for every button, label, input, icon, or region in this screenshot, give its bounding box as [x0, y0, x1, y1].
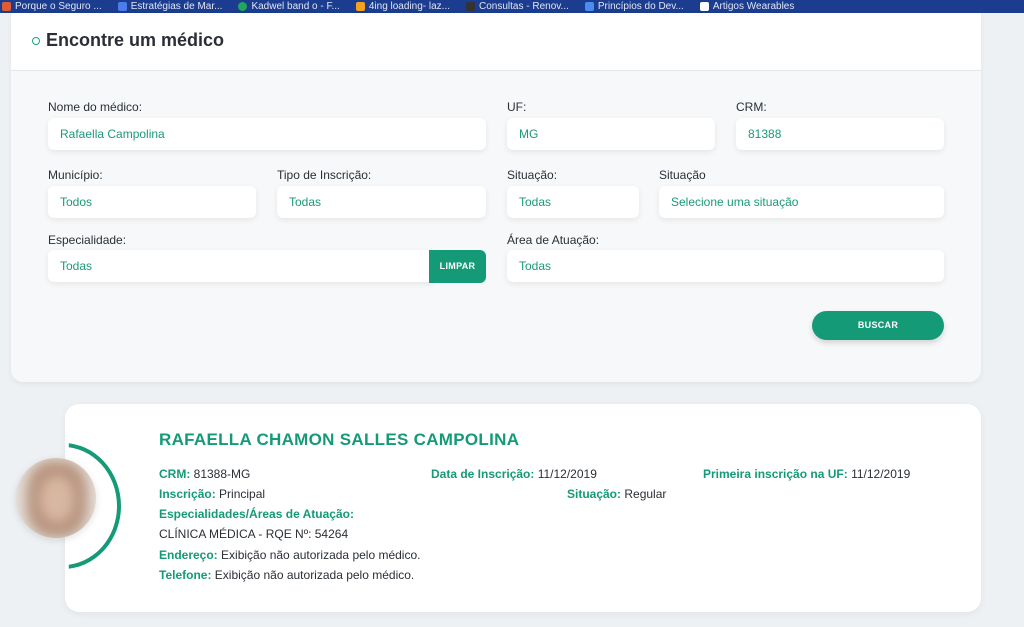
bookmark-label: Consultas - Renov...: [479, 0, 569, 12]
bookmarks-bar: Porque o Seguro ... Estratégias de Mar..…: [0, 0, 1024, 13]
bookmark-item[interactable]: Kadwel band o - F...: [238, 0, 340, 13]
doctor-name: RAFAELLA CHAMON SALLES CAMPOLINA: [159, 430, 520, 449]
doctor-name-label: Nome do médico:: [48, 100, 143, 114]
doctor-name-input[interactable]: Rafaella Campolina: [48, 118, 486, 150]
bookmark-label: Kadwel band o - F...: [251, 0, 340, 12]
endereco-info: Endereço: Exibição não autorizada pelo m…: [159, 548, 420, 562]
telefone-info: Telefone: Exibição não autorizada pelo m…: [159, 568, 414, 582]
telefone-value: Exibição não autorizada pelo médico.: [211, 568, 415, 582]
municipio-select[interactable]: Todos: [48, 186, 256, 218]
situacao-key: Situação:: [567, 487, 622, 501]
especialidade-value: CLÍNICA MÉDICA - RQE Nº: 54264: [159, 527, 349, 541]
bookmark-item[interactable]: Porque o Seguro ...: [2, 0, 102, 13]
crm-label: CRM:: [736, 100, 767, 114]
primeira-inscricao-value: 11/12/2019: [847, 467, 911, 481]
bookmark-label: Artigos Wearables: [712, 0, 795, 12]
area-atuacao-label: Área de Atuação:: [507, 233, 600, 247]
inscricao-value: Principal: [215, 487, 266, 501]
bookmark-favicon-icon: [699, 2, 709, 11]
telefone-key: Telefone:: [159, 568, 212, 582]
primeira-inscricao-info: Primeira inscrição na UF: 11/12/2019: [703, 467, 910, 481]
situacao-detail-select[interactable]: Selecione uma situação: [659, 186, 944, 218]
endereco-key: Endereço:: [159, 548, 218, 562]
bookmark-label: Estratégias de Mar...: [130, 0, 223, 12]
situacao-select[interactable]: Todas: [507, 186, 639, 218]
bookmark-item[interactable]: Estratégias de Mar...: [117, 0, 223, 13]
crm-key: CRM:: [159, 467, 191, 481]
especialidade-select[interactable]: Todas: [48, 250, 434, 282]
especialidades-info: Especialidades/Áreas de Atuação:: [159, 507, 354, 521]
circle-bullet-icon: [32, 37, 40, 45]
search-header: Encontre um médico: [11, 13, 981, 71]
situacao-label: Situação:: [507, 168, 558, 182]
limpar-button[interactable]: LIMPAR: [429, 250, 486, 283]
inscricao-key: Inscrição:: [159, 487, 216, 501]
primeira-inscricao-key: Primeira inscrição na UF:: [703, 467, 848, 481]
uf-select[interactable]: MG: [507, 118, 715, 150]
crm-value: 81388-MG: [190, 467, 251, 481]
crm-info: CRM: 81388-MG: [159, 467, 250, 481]
especialidades-key: Especialidades/Áreas de Atuação:: [159, 507, 354, 521]
tipo-inscricao-label: Tipo de Inscrição:: [277, 168, 372, 182]
especialidade-label: Especialidade:: [48, 233, 127, 247]
situacao-detail-label: Situação: [659, 168, 706, 182]
data-inscricao-key: Data de Inscrição:: [431, 467, 535, 481]
buscar-button[interactable]: BUSCAR: [812, 311, 944, 340]
avatar-blur: [40, 476, 74, 522]
municipio-label: Município:: [48, 168, 103, 182]
bookmark-item[interactable]: Consultas - Renov...: [466, 0, 569, 13]
bookmark-item[interactable]: Artigos Wearables: [699, 0, 795, 13]
bookmark-favicon-icon: [117, 2, 127, 11]
endereco-value: Exibição não autorizada pelo médico.: [217, 548, 421, 562]
bookmark-label: Princípios do Dev...: [597, 0, 684, 12]
data-inscricao-info: Data de Inscrição: 11/12/2019: [431, 467, 597, 481]
crm-input[interactable]: 81388: [736, 118, 944, 150]
uf-label: UF:: [507, 100, 527, 114]
bookmark-item[interactable]: Princípios do Dev...: [584, 0, 684, 13]
bookmark-label: Porque o Seguro ...: [15, 0, 102, 12]
page-title: Encontre um médico: [46, 30, 225, 50]
inscricao-info: Inscrição: Principal: [159, 487, 265, 501]
bookmark-favicon-icon: [355, 2, 365, 11]
bookmark-favicon-icon: [2, 2, 11, 11]
bookmark-label: 4ing loading- laz...: [368, 0, 451, 12]
search-form-card: Encontre um médico Nome do médico: Rafae…: [11, 13, 981, 382]
tipo-inscricao-select[interactable]: Todas: [277, 186, 486, 218]
data-inscricao-value: 11/12/2019: [534, 467, 597, 481]
bookmark-item[interactable]: 4ing loading- laz...: [355, 0, 451, 13]
avatar: [16, 458, 96, 538]
situacao-info: Situação: Regular: [567, 487, 666, 501]
situacao-value: Regular: [621, 487, 667, 501]
bookmark-favicon-icon: [466, 2, 476, 11]
bookmark-favicon-icon: [238, 2, 248, 11]
bookmark-favicon-icon: [584, 2, 594, 11]
area-atuacao-select[interactable]: Todas: [507, 250, 944, 282]
